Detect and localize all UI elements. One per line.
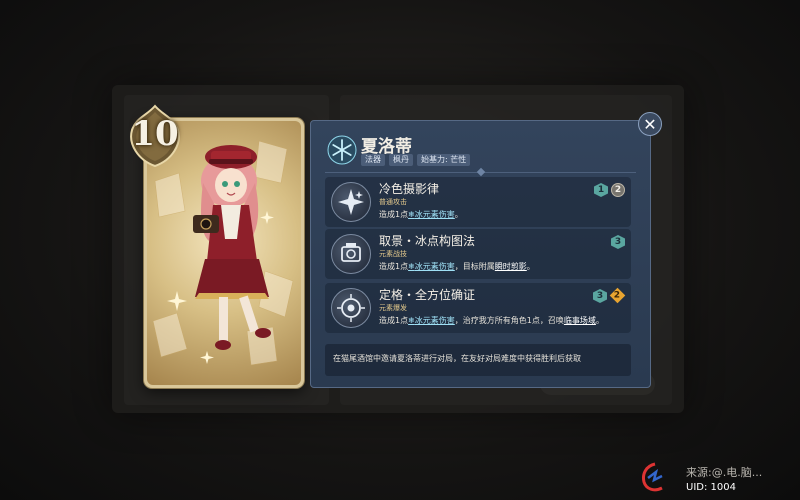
cryo-damage-text: 冰元素伤害 <box>414 316 455 325</box>
watermark-logo <box>642 462 663 492</box>
skill-name: 取景・冰点构图法 <box>379 234 476 248</box>
camera-frame-icon <box>331 234 371 274</box>
skill-name: 定格・全方位确证 <box>379 288 476 302</box>
camera-sparkle-icon <box>331 182 371 222</box>
uid-label: UID: 1004 <box>686 482 736 493</box>
cryo-die-cost: 3 <box>593 289 607 303</box>
tag-region: 枫丹 <box>389 154 413 166</box>
die-cost-value: 10 <box>131 114 179 154</box>
skill-costs: 3 2 <box>593 287 626 304</box>
acquisition-note: 在猫尾酒馆中邀请夏洛蒂进行对局，在友好对局难度中获得胜利后获取 <box>325 344 631 376</box>
desc-text: 。 <box>526 262 535 271</box>
skill-costs: 1 2 <box>594 183 625 197</box>
watermark-text: 来源:@.电.脑... <box>686 466 763 479</box>
skill-type: 元素爆发 <box>379 304 407 312</box>
close-icon: ✕ <box>643 114 657 134</box>
die-cost-badge: 10 <box>126 104 184 168</box>
desc-text: 。 <box>454 210 463 219</box>
skill-costs: 3 <box>611 235 625 249</box>
cryo-icon <box>327 135 357 165</box>
unaligned-die-cost: 2 <box>611 183 625 197</box>
close-button[interactable]: ✕ <box>638 112 662 136</box>
status-keyword-link[interactable]: 瞬时剪影 <box>495 262 527 271</box>
skill-description: 造成1点❄冰元素伤害。 <box>379 209 463 220</box>
skill-elemental-skill[interactable]: 取景・冰点构图法 元素战技 造成1点❄冰元素伤害，目标附属瞬时剪影。 3 <box>325 229 631 279</box>
watermark: 来源:@.电.脑... UID: 1004 <box>640 460 798 498</box>
skill-name: 冷色摄影律 <box>379 182 440 196</box>
desc-text: 造成1点 <box>379 262 409 271</box>
tag-affiliation: 始基力: 芒性 <box>417 154 471 166</box>
desc-text: 。 <box>595 316 604 325</box>
cryo-damage-link[interactable]: ❄冰元素伤害 <box>408 210 455 219</box>
skill-elemental-burst[interactable]: 定格・全方位确证 元素爆发 造成1点❄冰元素伤害，治疗我方所有角色1点，召唤临事… <box>325 283 631 333</box>
cryo-damage-link[interactable]: ❄冰元素伤害 <box>408 262 455 271</box>
energy-cost-value: 2 <box>614 290 621 301</box>
cryo-die-cost: 1 <box>594 183 608 197</box>
energy-cost: 2 <box>609 287 626 304</box>
skill-type: 普通攻击 <box>379 198 407 206</box>
skill-type: 元素战技 <box>379 250 407 258</box>
desc-text: 造成1点 <box>379 210 409 219</box>
skill-description: 造成1点❄冰元素伤害，目标附属瞬时剪影。 <box>379 261 535 272</box>
desc-text: ，目标附属 <box>454 262 495 271</box>
desc-text: 造成1点 <box>379 316 409 325</box>
character-tags: 法器 枫丹 始基力: 芒性 <box>361 154 471 166</box>
cryo-damage-text: 冰元素伤害 <box>414 262 455 271</box>
camera-burst-icon <box>331 288 371 328</box>
character-info-panel: 夏洛蒂 法器 枫丹 始基力: 芒性 冷色摄影律 普通攻击 造成1点❄冰元素伤害。… <box>310 120 651 388</box>
cryo-damage-text: 冰元素伤害 <box>414 210 455 219</box>
summon-keyword-link[interactable]: 临事场域 <box>564 316 596 325</box>
skill-description: 造成1点❄冰元素伤害，治疗我方所有角色1点，召唤临事场域。 <box>379 315 604 326</box>
cryo-die-cost: 3 <box>611 235 625 249</box>
tag-weapon: 法器 <box>361 154 385 166</box>
acquisition-text: 在猫尾酒馆中邀请夏洛蒂进行对局，在友好对局难度中获得胜利后获取 <box>333 354 581 363</box>
divider-ornament <box>476 167 486 177</box>
cryo-damage-link[interactable]: ❄冰元素伤害 <box>408 316 455 325</box>
desc-text: ，治疗我方所有角色1点，召唤 <box>454 316 564 325</box>
skill-normal-attack[interactable]: 冷色摄影律 普通攻击 造成1点❄冰元素伤害。 1 2 <box>325 177 631 227</box>
